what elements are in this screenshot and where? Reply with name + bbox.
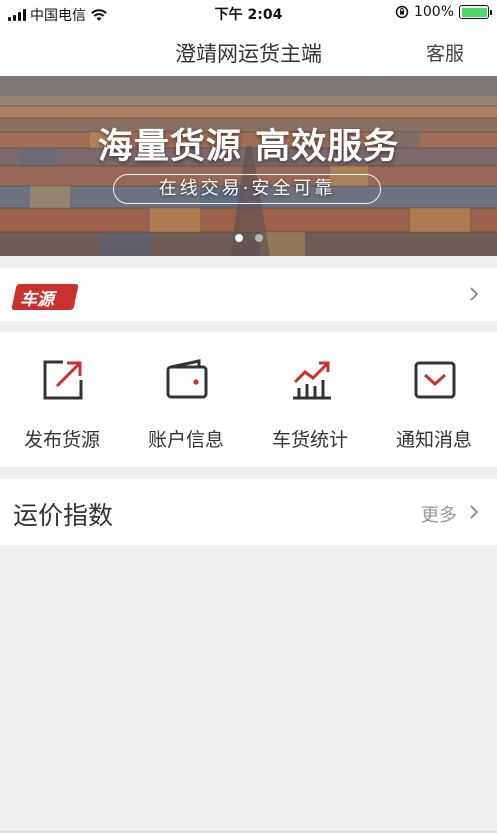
quick-actions-panel: 发布货源 账户信息 车货统计 通知消息 — [0, 332, 497, 467]
customer-service-button[interactable]: 客服 — [426, 39, 464, 66]
carousel-dot-2[interactable] — [254, 234, 263, 242]
chevron-right-icon[interactable] — [469, 504, 479, 520]
battery-percent: 100% — [413, 4, 454, 20]
status-bar: 中国电信 下午 2:04 100% — [0, 0, 497, 26]
quick-action-label: 通知消息 — [395, 429, 472, 451]
banner-headline: 海量货源 高效服务 — [97, 127, 400, 167]
publish-icon — [43, 360, 83, 400]
carousel-dot-1[interactable] — [234, 234, 243, 242]
vehicle-source-row[interactable]: 车源 — [0, 268, 497, 321]
quick-action-label: 车货统计 — [271, 429, 348, 451]
page-title: 澄靖网运货主端 — [175, 42, 322, 66]
quick-action-publish[interactable]: 发布货源 — [0, 332, 124, 467]
banner-carousel[interactable]: 海量货源 高效服务 在线交易·安全可靠 — [0, 76, 497, 256]
message-icon — [414, 361, 456, 399]
quick-action-label: 发布货源 — [23, 429, 100, 451]
battery-icon — [459, 5, 492, 19]
quick-action-messages[interactable]: 通知消息 — [372, 332, 496, 467]
vehicle-source-label: 车源 — [20, 290, 54, 310]
nav-bar: 澄靖网运货主端 客服 — [0, 26, 497, 76]
chart-icon — [293, 361, 331, 400]
freight-index-header: 运价指数 更多 — [0, 479, 497, 545]
quick-action-statistics[interactable]: 车货统计 — [248, 332, 372, 467]
rotation-lock-icon — [395, 5, 409, 19]
quick-action-label: 账户信息 — [147, 429, 224, 451]
freight-index-title: 运价指数 — [13, 501, 114, 530]
wallet-icon — [166, 359, 208, 399]
chevron-right-icon — [470, 287, 479, 301]
carousel-indicator[interactable] — [0, 234, 497, 242]
status-right: 100% — [395, 4, 492, 20]
quick-action-account[interactable]: 账户信息 — [124, 332, 248, 467]
banner-tagline: 在线交易·安全可靠 — [113, 174, 381, 204]
more-link[interactable]: 更多 — [421, 501, 457, 527]
